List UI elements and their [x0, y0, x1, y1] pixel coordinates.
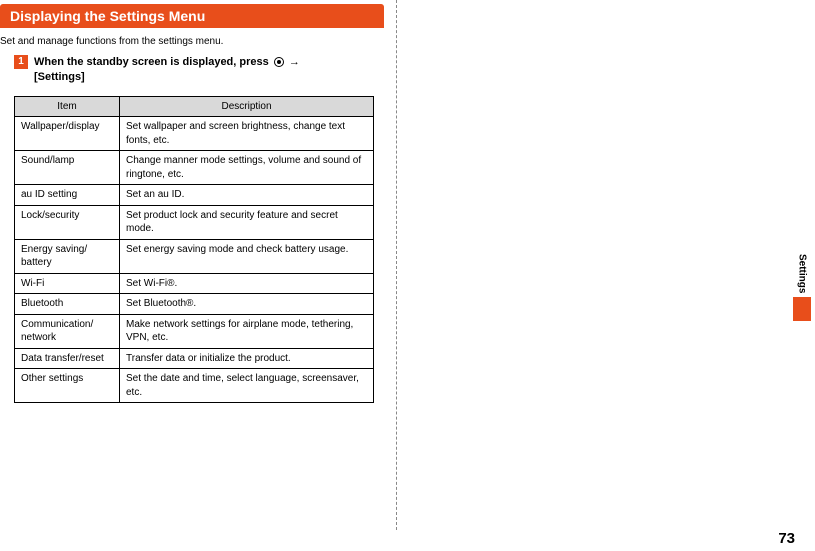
column-divider: [396, 0, 397, 530]
cell-item: Lock/security: [15, 205, 120, 239]
table-row: Communication/ networkMake network setti…: [15, 314, 374, 348]
table-row: au ID settingSet an au ID.: [15, 185, 374, 206]
table-row: Wi-FiSet Wi-Fi®.: [15, 273, 374, 294]
cell-desc: Set product lock and security feature an…: [120, 205, 374, 239]
cell-item: Bluetooth: [15, 294, 120, 315]
cell-item: Wallpaper/display: [15, 117, 120, 151]
intro-text: Set and manage functions from the settin…: [0, 36, 384, 47]
cell-desc: Set energy saving mode and check battery…: [120, 239, 374, 273]
cell-desc: Set Wi-Fi®.: [120, 273, 374, 294]
cell-desc: Set an au ID.: [120, 185, 374, 206]
cell-desc: Set Bluetooth®.: [120, 294, 374, 315]
table-row: Energy saving/ batterySet energy saving …: [15, 239, 374, 273]
section-header: Displaying the Settings Menu: [0, 4, 384, 28]
cell-desc: Transfer data or initialize the product.: [120, 348, 374, 369]
cell-desc: Make network settings for airplane mode,…: [120, 314, 374, 348]
table-row: Lock/securitySet product lock and securi…: [15, 205, 374, 239]
header-item: Item: [15, 96, 120, 117]
step-prefix: When the standby screen is displayed, pr…: [34, 56, 272, 68]
step-number-badge: 1: [14, 55, 28, 69]
side-tab: Settings: [793, 250, 811, 321]
page-number: 73: [778, 530, 795, 547]
cell-item: Energy saving/ battery: [15, 239, 120, 273]
header-desc: Description: [120, 96, 374, 117]
table-row: Data transfer/resetTransfer data or init…: [15, 348, 374, 369]
cell-desc: Change manner mode settings, volume and …: [120, 151, 374, 185]
cell-item: Wi-Fi: [15, 273, 120, 294]
center-key-icon: [274, 57, 284, 67]
cell-desc: Set wallpaper and screen brightness, cha…: [120, 117, 374, 151]
step-instruction: When the standby screen is displayed, pr…: [34, 55, 300, 86]
cell-item: Communication/ network: [15, 314, 120, 348]
step-1: 1 When the standby screen is displayed, …: [0, 55, 384, 86]
side-tab-label: Settings: [795, 250, 810, 297]
table-row: BluetoothSet Bluetooth®.: [15, 294, 374, 315]
table-row: Other settingsSet the date and time, sel…: [15, 369, 374, 403]
step-suffix: [Settings]: [34, 71, 85, 83]
cell-item: Data transfer/reset: [15, 348, 120, 369]
cell-item: Other settings: [15, 369, 120, 403]
table-row: Sound/lampChange manner mode settings, v…: [15, 151, 374, 185]
cell-item: au ID setting: [15, 185, 120, 206]
section-title: Displaying the Settings Menu: [0, 4, 384, 28]
table-row: Wallpaper/displaySet wallpaper and scree…: [15, 117, 374, 151]
cell-item: Sound/lamp: [15, 151, 120, 185]
cell-desc: Set the date and time, select language, …: [120, 369, 374, 403]
settings-table: Item Description Wallpaper/displaySet wa…: [14, 96, 374, 404]
side-tab-marker: [793, 297, 811, 321]
table-header-row: Item Description: [15, 96, 374, 117]
step-arrow: →: [286, 56, 300, 68]
